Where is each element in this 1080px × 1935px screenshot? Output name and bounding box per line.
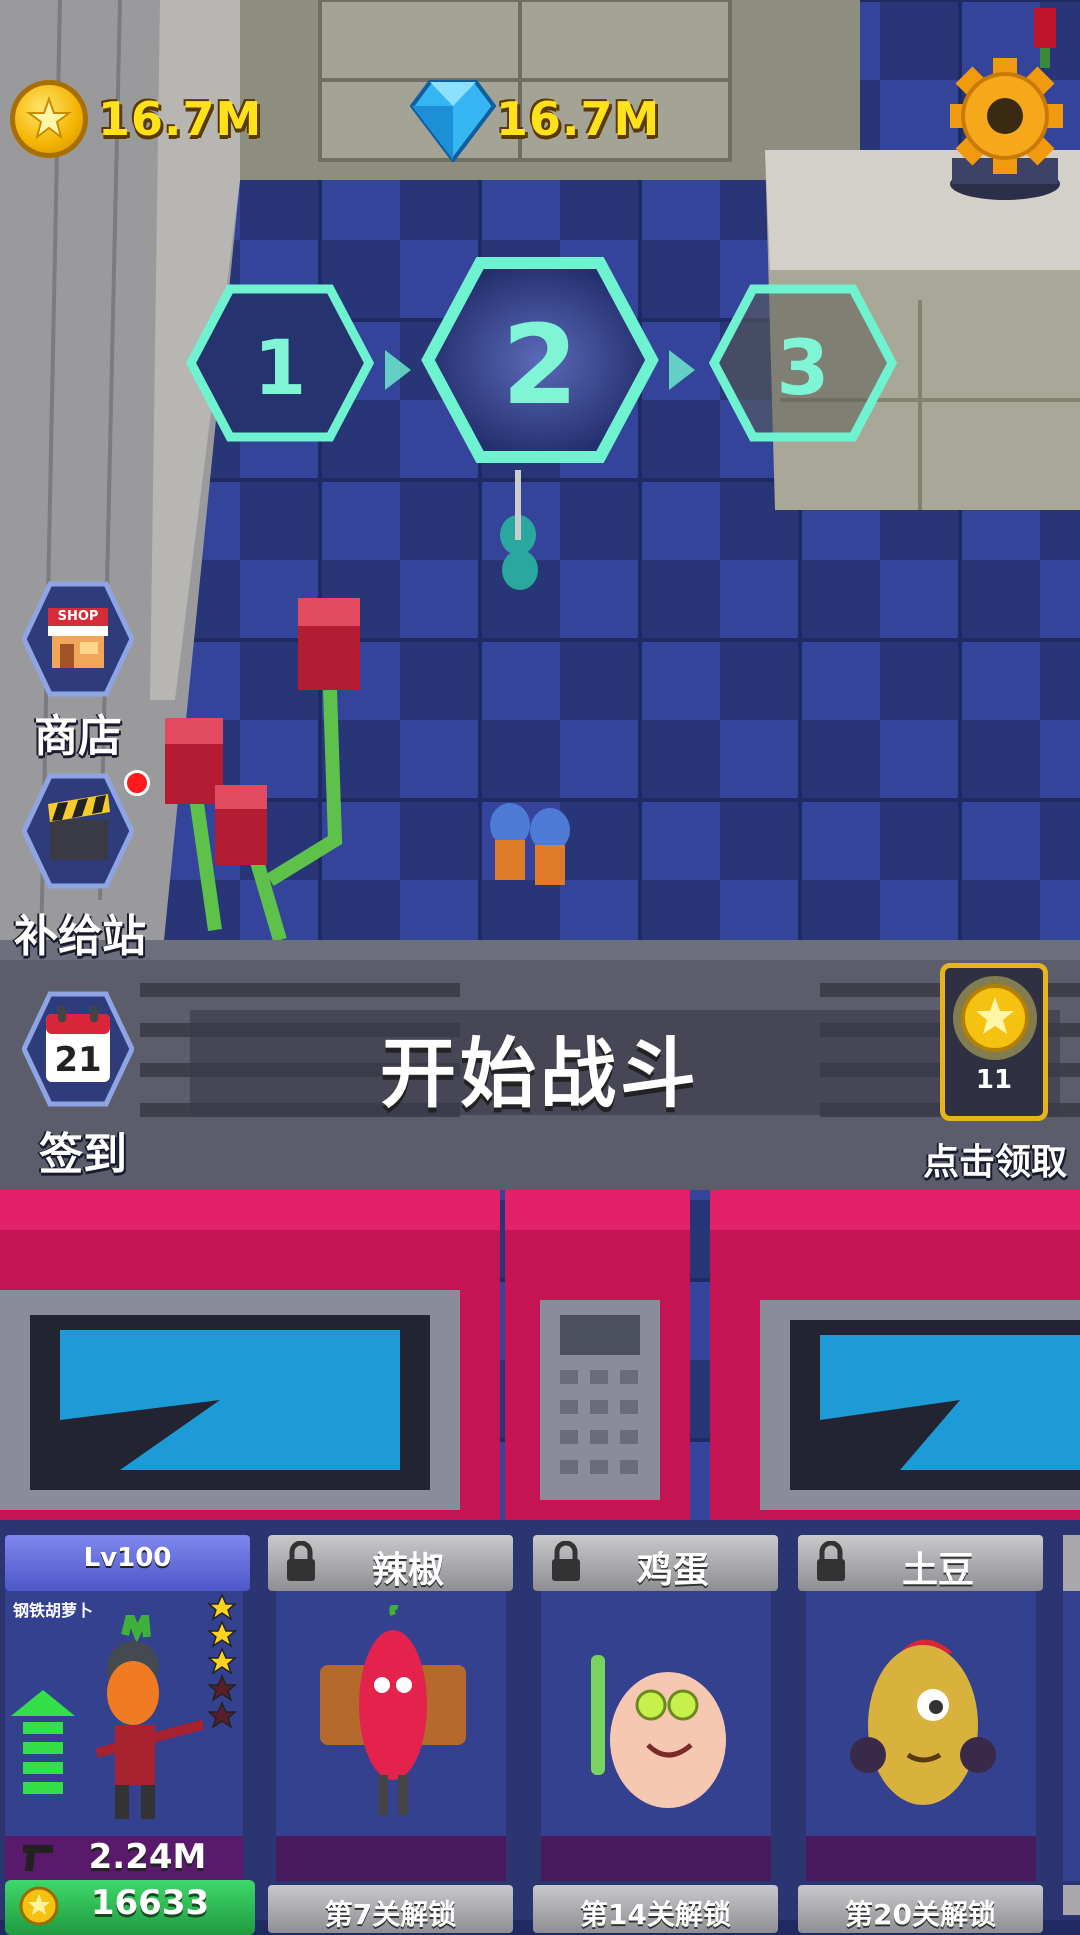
hero-card-locked[interactable] xyxy=(1063,1535,1080,1915)
hero-name: 土豆 xyxy=(901,1550,974,1591)
egg-hero-icon xyxy=(591,1655,726,1808)
potato-hero-icon xyxy=(850,1639,996,1805)
gold-coin-icon xyxy=(19,1886,59,1926)
shop-sign-text: SHOP xyxy=(57,609,99,624)
start-battle-button[interactable]: 开始战斗 xyxy=(190,1000,890,1120)
hero-name: 辣椒 xyxy=(371,1550,444,1591)
gold-coin-icon xyxy=(10,80,88,158)
gold-amount: 16.7M xyxy=(98,92,263,146)
lock-icon xyxy=(817,1541,845,1581)
supply-station-button[interactable]: 补给站 xyxy=(0,770,160,962)
clapperboard-icon xyxy=(22,773,134,889)
gold-counter: 16.7M xyxy=(10,80,310,160)
shop-label: 商店 xyxy=(34,711,122,762)
stage-progress: 1 2 3 xyxy=(185,255,905,465)
unlock-hint: 第7关解锁 xyxy=(324,1898,457,1931)
settings-button[interactable] xyxy=(950,8,1070,208)
locked-title-banner xyxy=(1063,1535,1080,1591)
check-in-button[interactable]: 21 签到 xyxy=(18,990,148,1180)
gear-icon xyxy=(950,8,1063,200)
unlock-hint-banner xyxy=(1063,1885,1080,1915)
start-battle-label: 开始战斗 xyxy=(380,1029,700,1118)
upgrade-cost: 16633 xyxy=(90,1883,210,1923)
locked-footer-bar xyxy=(806,1836,1036,1881)
gun-icon xyxy=(23,1845,53,1871)
stage-number-2: 2 xyxy=(501,301,579,429)
claim-reward-label: 点击领取 xyxy=(922,1142,1067,1183)
gold-coin-icon xyxy=(953,976,1037,1060)
calendar-day: 21 xyxy=(54,1040,102,1080)
unlock-hint: 第14关解锁 xyxy=(580,1898,731,1931)
stage-number-3: 3 xyxy=(776,323,830,412)
arrow-right-icon xyxy=(669,350,695,390)
hero-card-selected[interactable]: Lv100 钢铁胡萝卜 2.24M 16633 xyxy=(5,1535,255,1935)
arrow-right-icon xyxy=(385,350,411,390)
shop-icon xyxy=(22,581,134,697)
upgrade-arrow-icon xyxy=(11,1690,75,1794)
gem-counter: 16.7M xyxy=(410,78,710,162)
hero-power: 2.24M xyxy=(88,1837,207,1877)
locked-footer-bar xyxy=(541,1836,771,1881)
check-in-label: 签到 xyxy=(39,1129,127,1180)
hero-card-locked[interactable]: 鸡蛋 第14关解锁 xyxy=(533,1535,781,1933)
pepper-hero-icon xyxy=(320,1605,466,1815)
locked-footer-bar xyxy=(276,1836,506,1881)
diamond-icon xyxy=(410,80,496,162)
hero-card-locked[interactable]: 土豆 第20关解锁 xyxy=(798,1535,1046,1933)
shop-button[interactable]: SHOP 商店 xyxy=(18,580,138,762)
carrot-hero-icon xyxy=(95,1615,205,1819)
unlock-hint: 第20关解锁 xyxy=(845,1898,996,1931)
reward-count: 11 xyxy=(975,1065,1013,1095)
lock-icon xyxy=(287,1541,315,1581)
claim-reward-button[interactable]: 11 点击领取 xyxy=(910,955,1080,1185)
hero-portrait-bg xyxy=(1063,1591,1080,1881)
gem-amount: 16.7M xyxy=(496,92,661,146)
star-rating xyxy=(207,1593,237,1729)
hero-level: Lv100 xyxy=(83,1543,172,1573)
notification-dot xyxy=(124,770,150,796)
lock-icon xyxy=(552,1541,580,1581)
hero-card-locked[interactable]: 辣椒 第7关解锁 xyxy=(268,1535,516,1933)
stage-number-1: 1 xyxy=(253,323,307,412)
supply-station-label: 补给站 xyxy=(14,911,146,962)
hero-name: 鸡蛋 xyxy=(636,1550,709,1591)
